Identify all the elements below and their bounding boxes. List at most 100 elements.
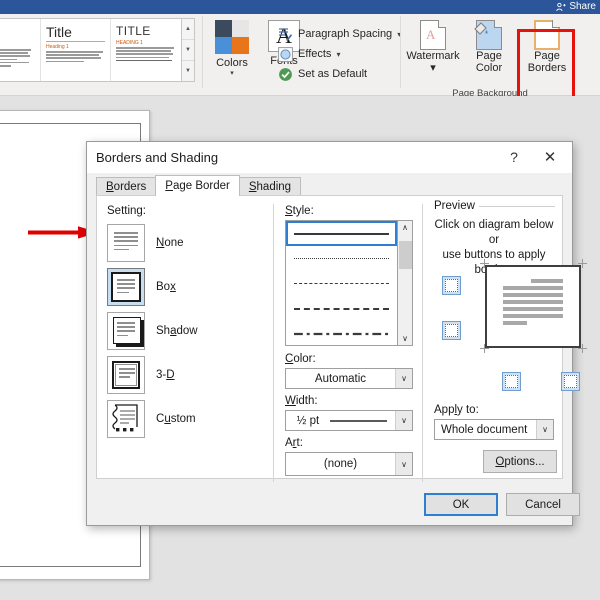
preview-label: Preview bbox=[434, 200, 475, 212]
effects-label: Effects bbox=[298, 48, 332, 60]
gallery-item[interactable]: TITLE HEADING 1 bbox=[111, 19, 181, 81]
tab-borders-label: orders bbox=[113, 181, 147, 193]
gallery-item-heading: HEADING 1 bbox=[116, 40, 143, 46]
chevron-down-icon[interactable]: ∨ bbox=[395, 453, 412, 475]
apply-to-combobox[interactable]: Whole document ∨ bbox=[434, 419, 554, 440]
person-share-icon bbox=[556, 2, 566, 12]
options-button[interactable]: Options... bbox=[483, 450, 557, 473]
gallery-item-title: TITLE bbox=[116, 24, 151, 38]
corner-mark bbox=[578, 259, 587, 268]
document-formatting-gallery[interactable]: Title Heading 1 Title Heading 1 TITLE HE… bbox=[0, 18, 182, 82]
theme-colors-icon bbox=[215, 20, 249, 54]
style-option-dash-dot[interactable] bbox=[286, 321, 397, 345]
page-color-button[interactable]: Page Color bbox=[462, 20, 516, 82]
chevron-down-icon[interactable]: ∨ bbox=[395, 411, 412, 430]
watermark-icon: A bbox=[420, 20, 446, 50]
width-preview-line bbox=[330, 419, 387, 422]
chevron-down-icon[interactable]: ▾ bbox=[230, 70, 234, 78]
ok-button[interactable]: OK bbox=[424, 493, 498, 516]
style-scrollbar[interactable]: ∧ ∨ bbox=[398, 220, 413, 346]
corner-mark bbox=[480, 259, 489, 268]
watermark-button[interactable]: A Watermark ▾ bbox=[406, 20, 460, 82]
art-combobox[interactable]: (none) ∨ bbox=[285, 452, 413, 476]
svg-text:A: A bbox=[426, 27, 436, 42]
gallery-scroll-buttons[interactable]: ▲ ▼ ▼ bbox=[182, 18, 195, 82]
style-option-dotted[interactable] bbox=[286, 246, 397, 271]
share-button[interactable]: Share bbox=[556, 0, 596, 14]
cancel-button-label: Cancel bbox=[525, 498, 561, 511]
bottom-border-button[interactable] bbox=[442, 321, 461, 340]
tab-shading-label: hading bbox=[256, 181, 292, 193]
page-color-icon bbox=[474, 20, 502, 50]
effects-icon bbox=[278, 46, 293, 62]
style-scroll-thumb[interactable] bbox=[399, 241, 412, 269]
apply-to-value: Whole document bbox=[441, 423, 528, 436]
gallery-item-title: Title bbox=[0, 24, 35, 40]
setting-option-3d-label: 3-D bbox=[156, 369, 175, 381]
dialog-help-button[interactable]: ? bbox=[500, 145, 528, 169]
chevron-down-icon[interactable]: ▾ bbox=[430, 62, 436, 74]
style-option-solid[interactable] bbox=[286, 221, 397, 246]
gallery-more-button[interactable]: ▼ bbox=[182, 61, 194, 81]
apply-to-label: Apply to: bbox=[434, 404, 479, 416]
paragraph-spacing-icon bbox=[278, 27, 293, 42]
set-as-default-button[interactable]: Set as Default bbox=[278, 64, 398, 84]
setting-option-shadow[interactable]: Shadow bbox=[107, 312, 257, 350]
gallery-item-title: Title bbox=[46, 24, 72, 40]
watermark-label: Watermark bbox=[406, 50, 460, 62]
set-as-default-icon bbox=[278, 67, 293, 82]
chevron-down-icon[interactable]: ∨ bbox=[395, 369, 412, 388]
preview-diagram[interactable] bbox=[485, 265, 581, 348]
setting-label: Setting: bbox=[107, 205, 146, 217]
theme-colors-button[interactable]: Colors ▾ bbox=[206, 20, 258, 88]
page-border-panel: Setting: None Box Shadow 3-D Custom Styl… bbox=[96, 195, 587, 482]
width-value: ½ pt bbox=[296, 414, 320, 427]
ribbon-design-tab: Title Heading 1 Title Heading 1 TITLE HE… bbox=[0, 14, 600, 101]
tab-borders[interactable]: Borders bbox=[96, 177, 157, 196]
setting-option-3d[interactable]: 3-D bbox=[107, 356, 257, 394]
top-border-button[interactable] bbox=[442, 276, 461, 295]
width-label: Width: bbox=[285, 395, 318, 407]
corner-mark bbox=[480, 344, 489, 353]
gallery-item-heading: Heading 1 bbox=[46, 44, 69, 50]
chevron-down-icon[interactable]: ∨ bbox=[536, 420, 553, 439]
window-title-bar: Share bbox=[0, 0, 600, 14]
gallery-item[interactable]: Title Heading 1 bbox=[0, 19, 41, 81]
border-box-icon bbox=[107, 268, 145, 306]
color-combobox[interactable]: Automatic ∨ bbox=[285, 368, 413, 389]
dialog-title: Borders and Shading bbox=[96, 150, 219, 165]
setting-option-box[interactable]: Box bbox=[107, 268, 257, 306]
gallery-scroll-down-button[interactable]: ▼ bbox=[182, 40, 194, 61]
gallery-scroll-up-button[interactable]: ▲ bbox=[182, 19, 194, 40]
color-label: Color: bbox=[285, 353, 316, 365]
right-border-button[interactable] bbox=[561, 372, 580, 391]
preview-text-lines bbox=[503, 279, 563, 328]
cancel-button[interactable]: Cancel bbox=[506, 493, 580, 516]
border-shadow-icon bbox=[107, 312, 145, 350]
setting-option-custom-label: Custom bbox=[156, 413, 196, 425]
left-border-button[interactable] bbox=[502, 372, 521, 391]
setting-option-none[interactable]: None bbox=[107, 224, 257, 262]
tab-shading[interactable]: Shading bbox=[238, 177, 302, 196]
ribbon-command-list: Paragraph Spacing ▾ Effects ▾ bbox=[278, 24, 401, 84]
chevron-down-icon[interactable]: ▾ bbox=[336, 50, 340, 59]
options-button-label: ptions... bbox=[504, 455, 545, 468]
scroll-up-icon[interactable]: ∧ bbox=[402, 221, 408, 234]
style-option-dashed[interactable] bbox=[286, 296, 397, 321]
dialog-close-button[interactable]: ✕ bbox=[536, 145, 564, 169]
setting-option-custom[interactable]: Custom bbox=[107, 400, 257, 438]
gallery-item[interactable]: Title Heading 1 bbox=[41, 19, 111, 81]
scroll-down-icon[interactable]: ∨ bbox=[402, 332, 408, 345]
style-option-dash-small[interactable] bbox=[286, 271, 397, 296]
tab-page-border-label: age Border bbox=[172, 180, 230, 192]
effects-button[interactable]: Effects ▾ bbox=[278, 44, 398, 64]
paragraph-spacing-button[interactable]: Paragraph Spacing ▾ bbox=[278, 24, 401, 44]
page-borders-highlight-box bbox=[517, 29, 575, 101]
dialog-tabs: Borders Page Border Shading bbox=[96, 175, 302, 196]
share-label: Share bbox=[569, 1, 596, 12]
setting-option-shadow-label: Shadow bbox=[156, 325, 198, 337]
style-listbox[interactable] bbox=[285, 220, 398, 346]
width-combobox[interactable]: ½ pt ∨ bbox=[285, 410, 413, 431]
gallery-item-heading: Heading 1 bbox=[0, 42, 35, 48]
tab-page-border[interactable]: Page Border bbox=[155, 175, 240, 196]
